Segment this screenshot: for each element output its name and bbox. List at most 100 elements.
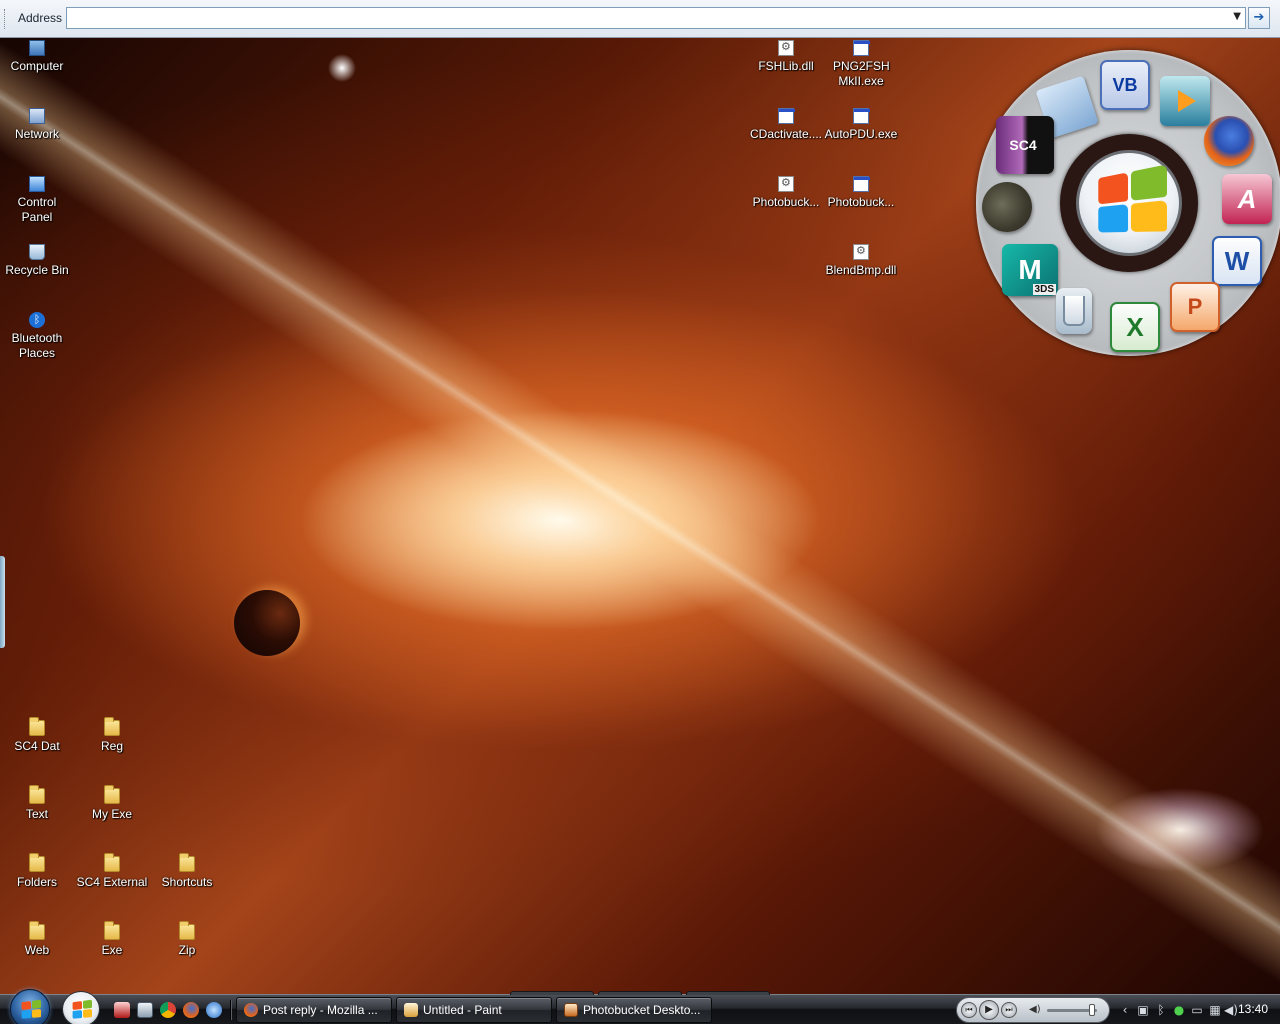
bluetooth-icon: ᛒ xyxy=(29,312,45,328)
sidebar-edge-tab[interactable] xyxy=(0,556,5,648)
exe-file-icon xyxy=(853,108,870,124)
desktop-icon-bluetooth-places[interactable]: ᛒ Bluetooth Places xyxy=(0,312,75,361)
desktop-icon-cdactivate[interactable]: CDactivate.... xyxy=(748,108,824,142)
desktop-icon-fshlib-dll[interactable]: FSHLib.dll xyxy=(748,40,824,74)
folder-icon xyxy=(104,921,120,940)
simcity-4-icon[interactable]: SC4 xyxy=(996,116,1054,174)
show-hidden-icons-button[interactable]: ‹ xyxy=(1118,1003,1132,1017)
desktop-icon-label: Shortcuts xyxy=(161,875,213,889)
bluetooth-tray-icon[interactable]: ᛒ xyxy=(1154,1003,1168,1017)
desktop-folder-my-exe[interactable]: My Exe xyxy=(74,785,150,822)
toolbar-grip[interactable] xyxy=(4,9,7,29)
visual-basic-icon[interactable]: VB xyxy=(1100,60,1150,110)
3ds-max-icon[interactable]: M 3DS xyxy=(1002,244,1058,296)
network-status-icon[interactable]: ▦ xyxy=(1208,1003,1222,1017)
folder-icon xyxy=(179,921,195,940)
desktop-icon-photobucket-dll[interactable]: Photobuck... xyxy=(748,176,824,210)
windows-logo-icon xyxy=(72,999,93,1019)
windows-orb-button[interactable] xyxy=(62,991,100,1024)
media-player-icon[interactable] xyxy=(1160,76,1210,126)
task-group-tab xyxy=(510,991,594,995)
clock[interactable]: 13:40 xyxy=(1238,1002,1268,1016)
desktop-icon-label: BlendBmp.dll xyxy=(825,263,897,277)
desktop-icon-label: Exe xyxy=(101,943,123,957)
3ds-max-label: M xyxy=(1018,254,1042,285)
paint-brushes-icon[interactable] xyxy=(1056,288,1092,334)
word-label: W xyxy=(1224,245,1250,276)
desktop-icon-label: Computer xyxy=(10,59,64,73)
desktop-icon-label: SC4 Dat xyxy=(14,739,60,753)
speaker-icon[interactable]: ◀) xyxy=(1224,1003,1238,1017)
simcity-4-label: SC4 xyxy=(1009,137,1037,153)
address-input[interactable]: ▼ xyxy=(66,7,1246,29)
task-label: Post reply - Mozilla ... xyxy=(263,1003,378,1017)
media-player-toolbar: ⏮ ▶ ⏭ ◀) xyxy=(956,997,1110,1023)
firefox-icon xyxy=(244,1003,258,1017)
task-label: Photobucket Deskto... xyxy=(583,1003,701,1017)
desktop-icon-label: Web xyxy=(24,943,50,957)
taskbar-button-photobucket[interactable]: Photobucket Deskto... xyxy=(556,997,712,1023)
internet-explorer-quicklaunch-icon[interactable] xyxy=(206,1002,222,1018)
desktop-icon-label: Reg xyxy=(100,739,123,753)
desktop-folder-sc4-external[interactable]: SC4 External xyxy=(74,853,150,890)
desktop-icon-label: PNG2FSH MkII.exe xyxy=(833,59,890,88)
desktop-icon-autopdu-exe[interactable]: AutoPDU.exe xyxy=(823,108,899,142)
desktop-folder-sc4-dat[interactable]: SC4 Dat xyxy=(0,717,75,754)
address-label: Address xyxy=(18,11,63,25)
access-icon[interactable]: A xyxy=(1222,174,1272,224)
display-tray-icon[interactable]: ▭ xyxy=(1190,1003,1204,1017)
desktop-icon-png2fsh-exe[interactable]: PNG2FSH MkII.exe xyxy=(823,40,899,89)
photobucket-icon xyxy=(564,1003,578,1017)
desktop-icon-label: FSHLib.dll xyxy=(758,59,814,73)
access-label: A xyxy=(1237,183,1257,214)
desktop-folder-folders[interactable]: Folders xyxy=(0,853,75,890)
games-quicklaunch-icon[interactable] xyxy=(114,1002,130,1018)
gimp-icon[interactable] xyxy=(982,182,1032,232)
exe-file-icon xyxy=(778,108,795,124)
desktop-folder-reg[interactable]: Reg xyxy=(74,717,150,754)
desktop-icon-label: Network xyxy=(14,127,59,141)
chrome-quicklaunch-icon[interactable] xyxy=(160,1002,176,1018)
taskbar-button-firefox[interactable]: Post reply - Mozilla ... xyxy=(236,997,392,1023)
address-toolbar: Address ▼ ➔ xyxy=(0,0,1280,38)
desktop-folder-shortcuts[interactable]: Shortcuts xyxy=(149,853,225,890)
play-button[interactable]: ▶ xyxy=(979,1000,999,1020)
volume-icon: ◀) xyxy=(1029,1004,1041,1015)
recycle-bin-icon xyxy=(29,244,45,260)
visual-basic-label: VB xyxy=(1112,74,1138,95)
desktop-icon-recycle-bin[interactable]: Recycle Bin xyxy=(0,244,75,278)
desktop-icon-label: Bluetooth Places xyxy=(11,331,63,360)
desktop-folder-text[interactable]: Text xyxy=(0,785,75,822)
volume-slider-handle[interactable] xyxy=(1089,1004,1095,1016)
desktop-folder-exe[interactable]: Exe xyxy=(74,921,150,958)
taskbar-button-paint[interactable]: Untitled - Paint xyxy=(396,997,552,1023)
control-panel-icon xyxy=(29,176,45,192)
security-tray-icon[interactable]: ● xyxy=(1172,1003,1186,1017)
chevron-down-icon[interactable]: ▼ xyxy=(1233,11,1241,22)
firefox-quicklaunch-icon[interactable] xyxy=(183,1002,199,1018)
desktop-icon-network[interactable]: Network xyxy=(0,108,75,142)
desktop-icon-label: CDactivate.... xyxy=(749,127,823,141)
word-icon[interactable]: W xyxy=(1212,236,1262,286)
desktop-icon-blendbmp-dll[interactable]: BlendBmp.dll xyxy=(823,244,899,278)
desktop-icon-label: Text xyxy=(25,807,48,821)
powerpoint-label: P xyxy=(1187,294,1203,319)
desktop-icon-label: Photobuck... xyxy=(827,195,895,209)
desktop-icon-computer[interactable]: Computer xyxy=(0,40,75,74)
desktop-icon-control-panel[interactable]: Control Panel xyxy=(0,176,75,225)
start-button[interactable] xyxy=(10,989,50,1024)
show-desktop-icon[interactable] xyxy=(137,1002,153,1018)
network-tray-icon[interactable]: ▣ xyxy=(1136,1003,1150,1017)
next-track-button[interactable]: ⏭ xyxy=(1001,1002,1017,1018)
powerpoint-icon[interactable]: P xyxy=(1170,282,1220,332)
dll-file-icon xyxy=(853,244,869,260)
previous-track-button[interactable]: ⏮ xyxy=(961,1002,977,1018)
desktop-icon-photobucket-exe[interactable]: Photobuck... xyxy=(823,176,899,210)
firefox-icon[interactable] xyxy=(1204,116,1254,166)
go-button[interactable]: ➔ xyxy=(1248,7,1270,29)
excel-icon[interactable]: X xyxy=(1110,302,1160,352)
network-icon xyxy=(29,108,45,124)
desktop-folder-zip[interactable]: Zip xyxy=(149,921,225,958)
desktop-folder-web[interactable]: Web xyxy=(0,921,75,958)
task-group-tab xyxy=(686,991,770,995)
